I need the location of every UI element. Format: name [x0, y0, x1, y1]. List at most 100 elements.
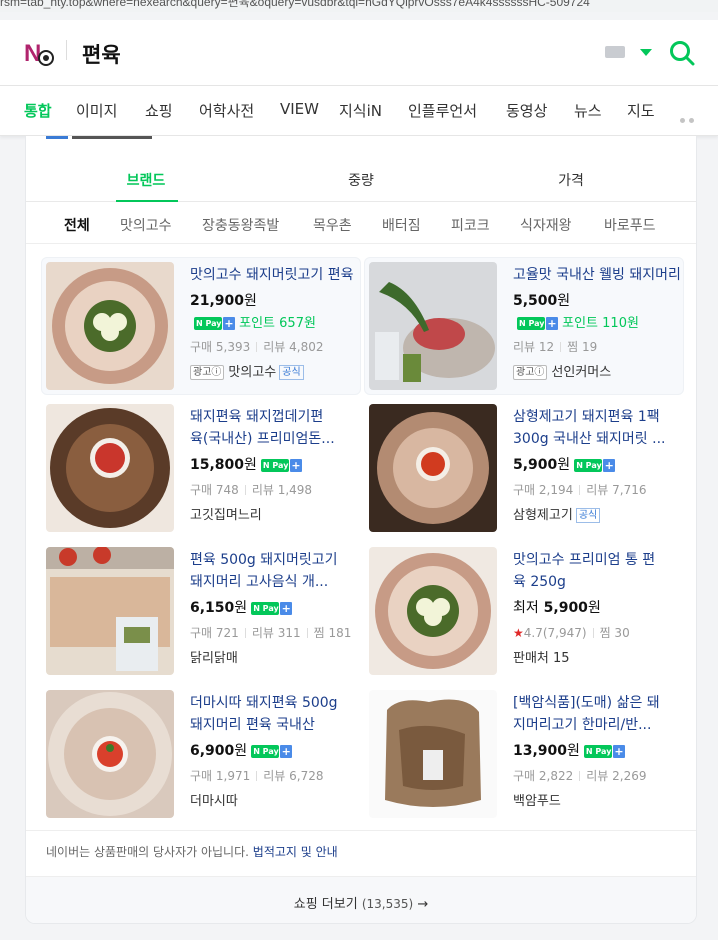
legal-notice-link[interactable]: 법적고지 및 안내 — [253, 845, 338, 859]
product-price: 6,900원 N Pay + — [190, 743, 293, 759]
product-card[interactable]: 삼형제고기 돼지편육 1팩 300g 국내산 돼지머릿 ... 5,900원 N P… — [365, 400, 685, 532]
product-point: N Pay + 포인트 657원 — [194, 316, 316, 331]
npay-icon: N Pay — [251, 601, 280, 615]
tab-weight[interactable]: 중량 — [301, 170, 421, 190]
dropdown-arrow-icon[interactable] — [640, 49, 652, 56]
search-icon[interactable] — [669, 40, 695, 66]
ad-badge[interactable]: 광고ⓘ — [190, 365, 225, 380]
tab-influencer[interactable]: 인플루언서 — [408, 100, 477, 121]
brand-item[interactable]: 배터짐 — [382, 215, 421, 235]
product-card[interactable]: [백암식품](도매) 삶은 돼 지머리고기 한마리/반... 13,900원 N P… — [365, 686, 685, 818]
search-query[interactable]: 편육 — [82, 39, 121, 69]
npay-icon: N Pay — [517, 317, 545, 330]
product-image[interactable] — [369, 547, 497, 675]
product-name[interactable]: 고율맛 국내산 웰빙 돼지머리 — [513, 264, 685, 286]
more-tabs-icon[interactable] — [680, 108, 706, 142]
tab-all[interactable]: 통합 — [24, 100, 52, 121]
npay-icon: N Pay — [574, 458, 603, 472]
product-stats: 구매 721 리뷰 311 찜 181 — [190, 626, 352, 640]
npay-plus-icon: + — [280, 744, 293, 758]
product-name[interactable]: 삼형제고기 돼지편육 1팩 300g 국내산 돼지머릿 ... — [513, 406, 683, 450]
product-image[interactable] — [369, 404, 497, 532]
product-image[interactable] — [46, 690, 174, 818]
brand-item[interactable]: 바로푸드 — [604, 215, 656, 235]
product-image[interactable] — [46, 547, 174, 675]
product-price: 6,150원 N Pay + — [190, 600, 293, 616]
product-stats: 리뷰 12 찜 19 — [513, 340, 598, 354]
star-icon: ★ — [513, 626, 524, 640]
product-seller[interactable]: 더마시따 — [190, 790, 238, 809]
brand-item[interactable]: 목우촌 — [313, 215, 352, 235]
product-name[interactable]: 더마시따 돼지편육 500g 돼지머리 편육 국내산 — [190, 692, 360, 736]
npay-icon: N Pay — [251, 744, 280, 758]
product-image[interactable] — [369, 262, 497, 390]
product-card[interactable]: 맛의고수 돼지머릿고기 편육 21,900원 N Pay + 포인트 657원 구… — [41, 257, 361, 395]
product-card[interactable]: 편육 500g 돼지머릿고기 돼지머리 고사음식 개... 6,150원 N Pay… — [42, 543, 362, 675]
search-header: N 편육 — [0, 20, 718, 86]
product-seller[interactable]: 백암푸드 — [513, 790, 561, 809]
tab-dictionary[interactable]: 어학사전 — [199, 100, 254, 121]
shopping-card: 브랜드 중량 가격 전체 맛의고수 장충동왕족발 목우촌 배터짐 피코크 식자재… — [25, 136, 697, 924]
product-name[interactable]: 편육 500g 돼지머릿고기 돼지머리 고사음식 개... — [190, 549, 360, 593]
product-card[interactable]: 고율맛 국내산 웰빙 돼지머리 5,500원 N Pay + 포인트 110원 리… — [364, 257, 684, 395]
section-title-cutoff — [72, 136, 152, 139]
product-name[interactable]: [백암식품](도매) 삶은 돼 지머리고기 한마리/반... — [513, 692, 683, 736]
brand-filter-row: 전체 맛의고수 장충동왕족발 목우촌 배터짐 피코크 식자재왕 바로푸드 — [26, 202, 696, 244]
npay-plus-icon: + — [223, 317, 235, 330]
npay-icon: N Pay — [583, 744, 612, 758]
product-stats: 구매 2,822 리뷰 2,269 — [513, 769, 647, 783]
product-stats: 구매 1,971 리뷰 6,728 — [190, 769, 324, 783]
tab-shopping[interactable]: 쇼핑 — [145, 100, 173, 121]
product-seller[interactable]: 광고ⓘ 선인커머스 — [513, 361, 611, 380]
product-seller[interactable]: 삼형제고기 공식 — [513, 504, 601, 523]
product-stats: ★4.7(7,947) 찜 30 — [513, 626, 630, 640]
ad-badge[interactable]: 광고ⓘ — [513, 365, 548, 380]
tab-brand[interactable]: 브랜드 — [86, 170, 206, 190]
address-bar[interactable]: rsm=tab_hty.top&where=nexearch&query=편육&… — [0, 0, 718, 12]
product-card[interactable]: 맛의고수 프리미엄 통 편육 250g 최저 5,900원 ★4.7(7,947… — [365, 543, 685, 675]
product-price: 13,900원 N Pay + — [513, 743, 625, 759]
npay-icon: N Pay — [260, 458, 289, 472]
tab-map[interactable]: 지도 — [627, 100, 655, 121]
product-name[interactable]: 맛의고수 돼지머릿고기 편육 — [190, 264, 362, 286]
product-image[interactable] — [46, 404, 174, 532]
npay-plus-icon: + — [280, 601, 293, 615]
product-image[interactable] — [46, 262, 174, 390]
brand-item[interactable]: 장충동왕족발 — [202, 215, 279, 235]
product-card[interactable]: 돼지편육 돼지껍데기편 육(국내산) 프리미엄돈... 15,800원 N Pay +… — [42, 400, 362, 532]
soccer-ball-icon — [38, 50, 54, 66]
product-seller[interactable]: 판매처 15 — [513, 647, 570, 666]
product-stats: 구매 5,393 리뷰 4,802 — [190, 340, 324, 354]
more-shopping-button[interactable]: 쇼핑 더보기 (13,535) → — [26, 876, 696, 923]
tab-news[interactable]: 뉴스 — [574, 100, 602, 121]
keyboard-icon[interactable] — [605, 46, 625, 58]
product-name[interactable]: 돼지편육 돼지껍데기편 육(국내산) 프리미엄돈... — [190, 406, 360, 450]
section-icon-cutoff — [46, 136, 68, 139]
npay-plus-icon: + — [612, 744, 625, 758]
product-image[interactable] — [369, 690, 497, 818]
product-seller[interactable]: 고깃집며느리 — [190, 504, 262, 523]
tab-images[interactable]: 이미지 — [76, 100, 117, 121]
tab-view[interactable]: VIEW — [280, 100, 319, 118]
product-point: N Pay + 포인트 110원 — [517, 316, 639, 331]
tab-video[interactable]: 동영상 — [506, 100, 547, 121]
product-seller[interactable]: 광고ⓘ 맛의고수 공식 — [190, 361, 304, 380]
npay-icon: N Pay — [194, 317, 222, 330]
naver-logo[interactable]: N — [24, 40, 58, 67]
brand-item[interactable]: 식자재왕 — [520, 215, 572, 235]
product-price: 15,800원 N Pay + — [190, 457, 302, 473]
url-text: rsm=tab_hty.top&where=nexearch&query=편육&… — [0, 0, 590, 9]
header-divider — [66, 40, 67, 60]
product-card[interactable]: 더마시따 돼지편육 500g 돼지머리 편육 국내산 6,900원 N Pay + 구… — [42, 686, 362, 818]
arrow-right-icon: → — [417, 897, 429, 912]
brand-item[interactable]: 피코크 — [451, 215, 490, 235]
product-name[interactable]: 맛의고수 프리미엄 통 편육 250g — [513, 549, 683, 593]
brand-all[interactable]: 전체 — [64, 215, 90, 235]
tab-price[interactable]: 가격 — [511, 170, 631, 190]
product-seller[interactable]: 닭리닭매 — [190, 647, 238, 666]
brand-item[interactable]: 맛의고수 — [120, 215, 172, 235]
tab-kin[interactable]: 지식iN — [339, 100, 382, 121]
npay-plus-icon: + — [546, 317, 558, 330]
product-price: 5,500원 — [513, 293, 571, 309]
filter-category-tabs: 브랜드 중량 가격 — [26, 158, 696, 202]
